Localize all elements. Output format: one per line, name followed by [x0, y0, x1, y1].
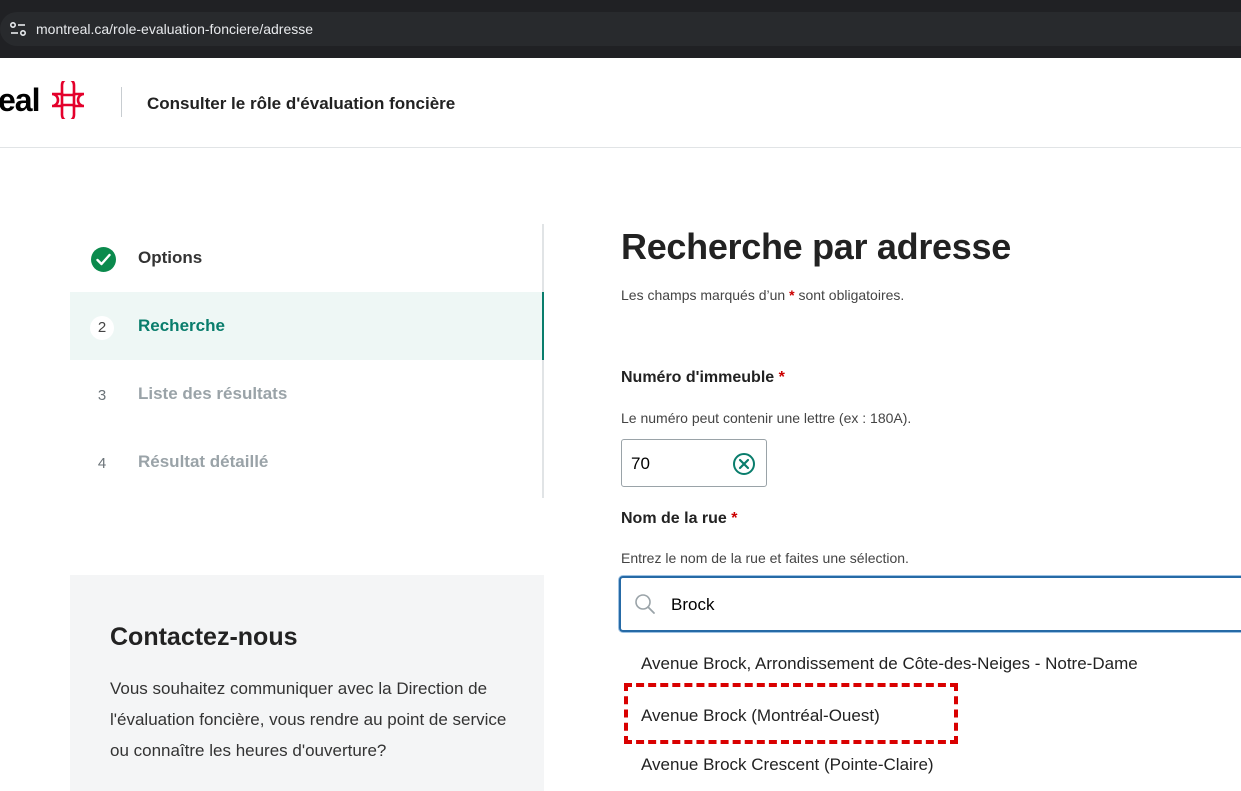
montreal-rosette-logo-icon[interactable] — [50, 77, 86, 123]
step-label: Résultat détaillé — [138, 452, 269, 471]
required-star: * — [778, 369, 785, 386]
step-liste-resultats: 3 Liste des résultats — [70, 360, 542, 428]
building-number-value[interactable]: 70 — [631, 454, 650, 474]
required-note: Les champs marqués d’un * sont obligatoi… — [621, 287, 904, 303]
suggestion-label: Avenue Brock (Montréal-Ouest) — [641, 706, 880, 725]
site-info-icon[interactable] — [8, 20, 28, 38]
step-number: 2 — [90, 316, 114, 340]
street-suggestions-list: Avenue Brock, Arrondissement de Côte-des… — [621, 640, 1241, 791]
active-step-indicator — [542, 292, 544, 360]
building-number-input[interactable]: 70 — [621, 439, 767, 487]
suggestion-option[interactable]: Avenue Brock Crescent (Pointe-Claire) — [621, 741, 1241, 791]
suggestion-label: Avenue Brock Crescent (Pointe-Claire) — [641, 755, 934, 774]
header-title[interactable]: Consulter le rôle d'évaluation foncière — [147, 94, 455, 114]
logo-text[interactable]: eal — [0, 82, 40, 119]
step-label: Options — [138, 248, 203, 267]
main-content: Recherche par adresse Les champs marqués… — [619, 0, 1241, 791]
header-divider — [121, 87, 122, 117]
suggestion-option[interactable]: Avenue Brock (Montréal-Ouest) — [621, 692, 1241, 742]
step-number: 4 — [90, 452, 114, 476]
suggestion-label: Avenue Brock, Arrondissement de Côte-des… — [641, 654, 1138, 673]
url-text[interactable]: montreal.ca/role-evaluation-fonciere/adr… — [36, 21, 313, 37]
step-label: Recherche — [138, 316, 225, 335]
contact-body: Vous souhaitez communiquer avec la Direc… — [110, 679, 507, 760]
check-icon — [91, 247, 116, 272]
contact-title: Contactez-nous — [110, 623, 298, 651]
required-note-suffix: sont obligatoires. — [798, 287, 905, 303]
step-options[interactable]: Options — [70, 224, 542, 292]
street-search-value[interactable]: Brock — [671, 595, 714, 615]
step-number: 3 — [90, 384, 114, 408]
page-title: Recherche par adresse — [621, 226, 1011, 267]
street-search-input[interactable]: Brock — [619, 576, 1241, 632]
step-resultat-detaille: 4 Résultat détaillé — [70, 428, 542, 496]
suggestion-option[interactable]: Avenue Brock, Arrondissement de Côte-des… — [621, 640, 1241, 690]
step-label: Liste des résultats — [138, 384, 288, 403]
required-star: * — [789, 287, 795, 303]
search-icon — [634, 593, 656, 615]
building-number-label-text: Numéro d'immeuble — [621, 369, 775, 386]
contact-box: Contactez-nous Vous souhaitez communique… — [70, 575, 544, 791]
steps-nav: Options 2 Recherche 3 Liste des résultat… — [70, 224, 544, 498]
required-star: * — [731, 510, 738, 527]
street-name-label: Nom de la rue * — [621, 510, 738, 528]
clear-icon[interactable] — [732, 452, 756, 476]
step-recherche[interactable]: 2 Recherche — [70, 292, 544, 360]
street-name-label-text: Nom de la rue — [621, 510, 727, 527]
building-number-label: Numéro d'immeuble * — [621, 369, 785, 387]
building-number-help: Le numéro peut contenir une lettre (ex :… — [621, 410, 912, 426]
required-note-prefix: Les champs marqués d’un — [621, 287, 786, 303]
street-name-help: Entrez le nom de la rue et faites une sé… — [621, 550, 909, 566]
